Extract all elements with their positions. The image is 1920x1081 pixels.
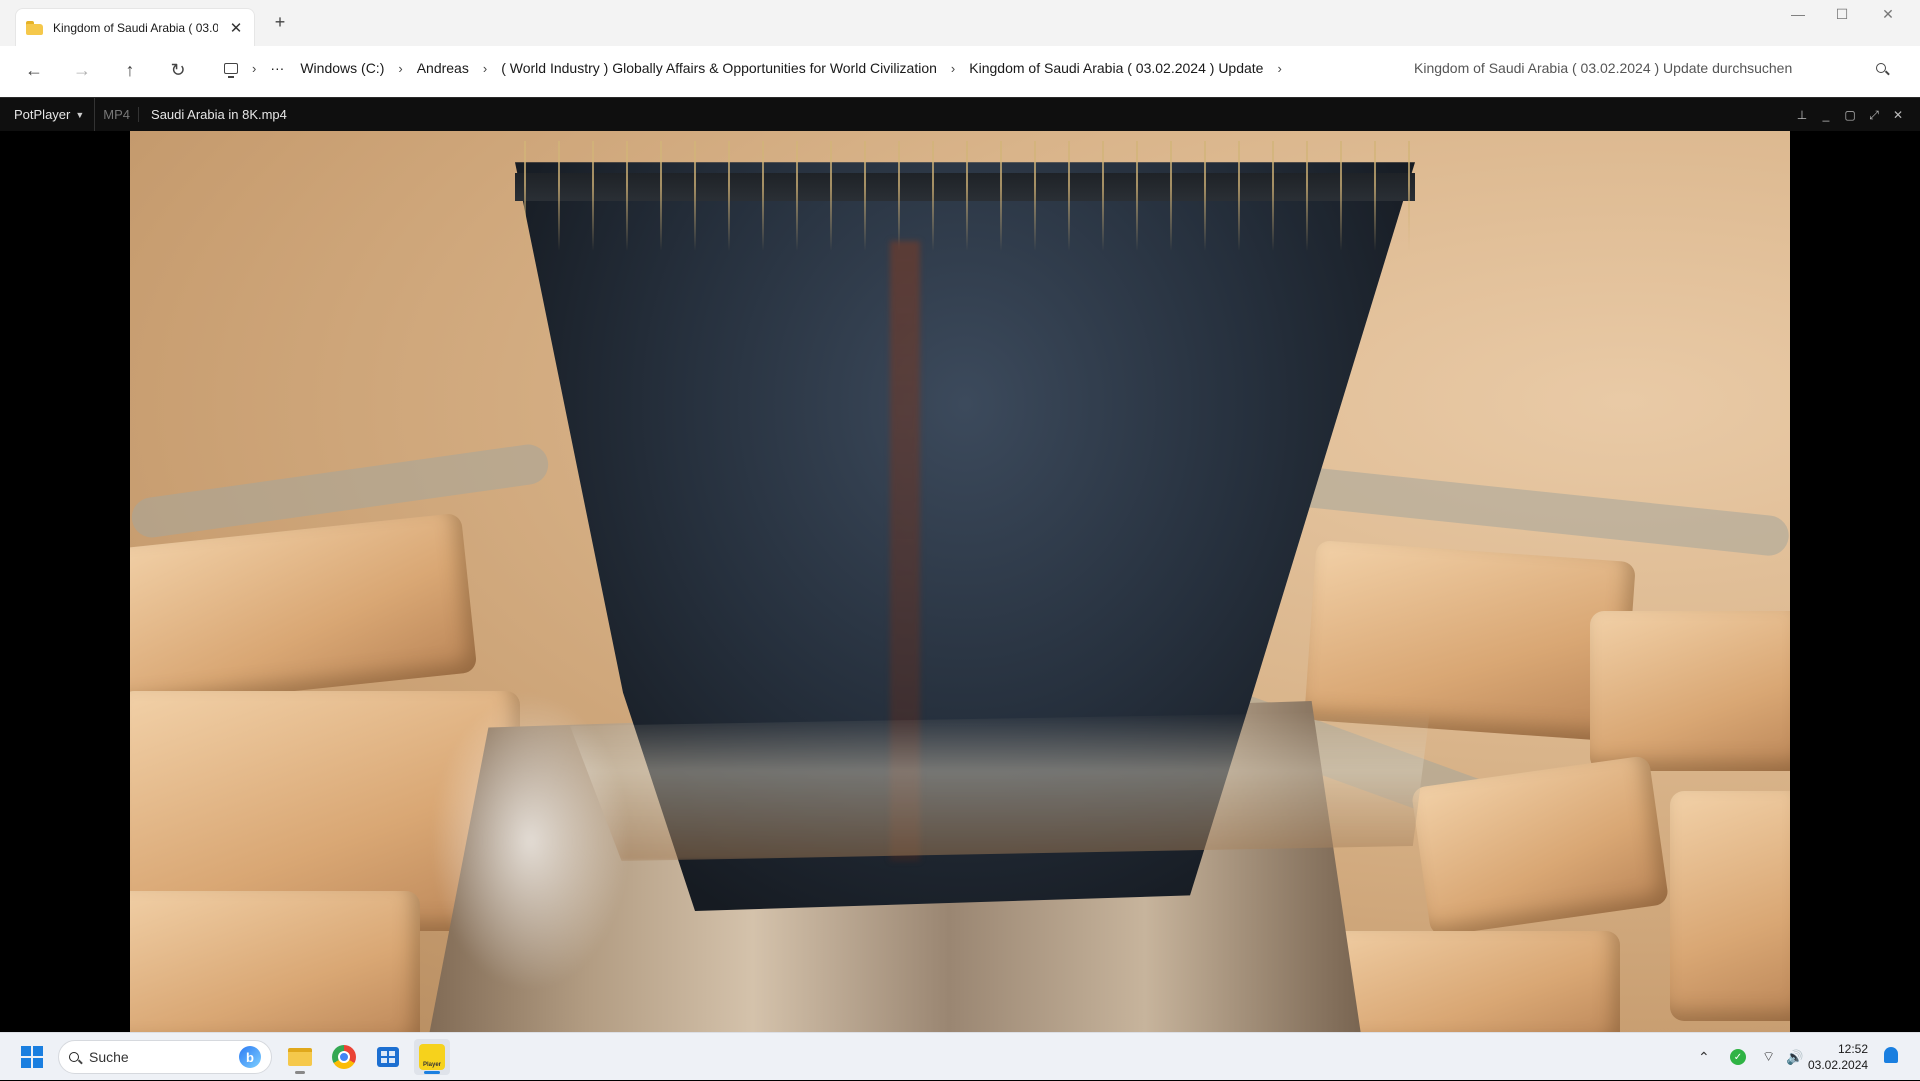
breadcrumb-drive[interactable]: Windows (C:) [300, 60, 384, 76]
file-explorer-window: Kingdom of Saudi Arabia ( 03.02.2024 ) U… [0, 0, 1920, 97]
tab-bar: Kingdom of Saudi Arabia ( 03.02.2024 ) U… [0, 0, 1920, 46]
file-explorer-taskbar-button[interactable] [282, 1039, 318, 1075]
taskbar: Suche b Player ⌃ ✓ ⌔ 🔊 12:52 03.02.2024 [0, 1032, 1920, 1080]
security-tray-item[interactable]: ✓ [1730, 1033, 1746, 1081]
chevron-right-icon[interactable]: › [398, 61, 402, 76]
breadcrumb-current[interactable]: Kingdom of Saudi Arabia ( 03.02.2024 ) U… [969, 60, 1263, 76]
maximize-window-icon[interactable]: ☐ [1822, 6, 1862, 23]
back-arrow-icon[interactable]: ← [18, 56, 50, 84]
potplayer-taskbar-button[interactable]: Player [414, 1039, 450, 1075]
microsoft-store-icon [377, 1047, 399, 1067]
file-name: Saudi Arabia in 8K.mp4 [151, 107, 287, 122]
notification-bell-icon[interactable] [1884, 1047, 1898, 1063]
active-indicator [424, 1071, 440, 1074]
pin-icon[interactable]: ⊥ [1790, 98, 1814, 132]
address-bar[interactable]: › ··· Windows (C:) › Andreas › ( World I… [210, 50, 1395, 86]
breadcrumb-user[interactable]: Andreas [417, 60, 469, 76]
close-window-icon[interactable]: ✕ [1868, 6, 1908, 23]
close-icon[interactable]: ✕ [1886, 98, 1910, 132]
active-indicator [295, 1071, 305, 1074]
breadcrumb-folder[interactable]: ( World Industry ) Globally Affairs & Op… [501, 60, 937, 76]
start-button[interactable] [14, 1039, 50, 1075]
explorer-tab[interactable]: Kingdom of Saudi Arabia ( 03.02.2024 ) U… [15, 8, 255, 46]
format-label: MP4 [95, 107, 140, 122]
potplayer-window: PotPlayer ▼ MP4 Saudi Arabia in 8K.mp4 ⊥… [0, 97, 1920, 1032]
potplayer-menu-button[interactable]: PotPlayer ▼ [0, 98, 96, 131]
minimize-window-icon[interactable]: — [1778, 6, 1818, 22]
stone [1304, 540, 1636, 742]
chevron-right-icon[interactable]: › [483, 61, 487, 76]
folder-icon [26, 21, 43, 35]
up-arrow-icon[interactable]: ↑ [114, 56, 146, 84]
stone [1670, 791, 1790, 1021]
water-band [570, 711, 1430, 861]
app-name: PotPlayer [14, 107, 71, 122]
taskbar-search-label: Suche [89, 1049, 129, 1065]
close-tab-icon[interactable]: ✕ [228, 19, 244, 37]
new-tab-button[interactable]: + [270, 12, 290, 33]
bucket-fringe [510, 141, 1420, 251]
breadcrumb-more[interactable]: ··· [270, 60, 284, 76]
clock[interactable]: 12:52 03.02.2024 [1808, 1041, 1868, 1073]
bing-icon[interactable]: b [239, 1046, 261, 1068]
stone [1590, 611, 1790, 771]
stone [1410, 755, 1670, 937]
clock-date: 03.02.2024 [1808, 1058, 1869, 1072]
player-title-bar: PotPlayer ▼ MP4 Saudi Arabia in 8K.mp4 ⊥… [0, 97, 1920, 131]
water-splash [430, 691, 630, 991]
video-frame[interactable] [130, 131, 1790, 1032]
search-box[interactable]: Kingdom of Saudi Arabia ( 03.02.2024 ) U… [1400, 50, 1900, 86]
refresh-icon[interactable]: ↻ [162, 56, 194, 84]
search-icon[interactable] [1876, 63, 1886, 73]
search-icon [69, 1052, 79, 1062]
file-explorer-icon [288, 1048, 312, 1066]
chevron-right-icon[interactable]: › [1277, 61, 1281, 76]
minimize-icon[interactable]: _ [1814, 98, 1838, 132]
store-taskbar-button[interactable] [370, 1039, 406, 1075]
forward-arrow-icon[interactable]: → [66, 56, 98, 84]
potplayer-icon: Player [419, 1044, 445, 1070]
chrome-icon [332, 1045, 356, 1069]
navigation-bar: ← → ↑ ↻ › ··· Windows (C:) › Andreas › (… [0, 46, 1920, 97]
windows-logo-icon [21, 1046, 43, 1068]
wifi-icon[interactable]: ⌔ [1762, 1033, 1775, 1081]
this-pc-icon[interactable] [224, 62, 238, 78]
stone [130, 891, 420, 1032]
tab-title: Kingdom of Saudi Arabia ( 03.02.2024 ) U… [53, 20, 218, 35]
stone [130, 512, 478, 710]
chrome-taskbar-button[interactable] [326, 1039, 362, 1075]
volume-icon[interactable]: 🔊 [1786, 1033, 1803, 1081]
security-shield-icon: ✓ [1730, 1049, 1746, 1065]
chevron-right-icon[interactable]: › [252, 61, 256, 76]
show-hidden-icons-button[interactable]: ⌃ [1698, 1033, 1710, 1081]
chevron-right-icon[interactable]: › [951, 61, 955, 76]
maximize-icon[interactable]: ▢ [1838, 98, 1862, 132]
search-placeholder: Kingdom of Saudi Arabia ( 03.02.2024 ) U… [1414, 60, 1793, 76]
taskbar-search[interactable]: Suche b [58, 1040, 272, 1074]
clock-time: 12:52 [1837, 1042, 1868, 1056]
chevron-down-icon: ▼ [75, 109, 85, 120]
fullscreen-icon[interactable]: ⤢ [1862, 98, 1886, 132]
